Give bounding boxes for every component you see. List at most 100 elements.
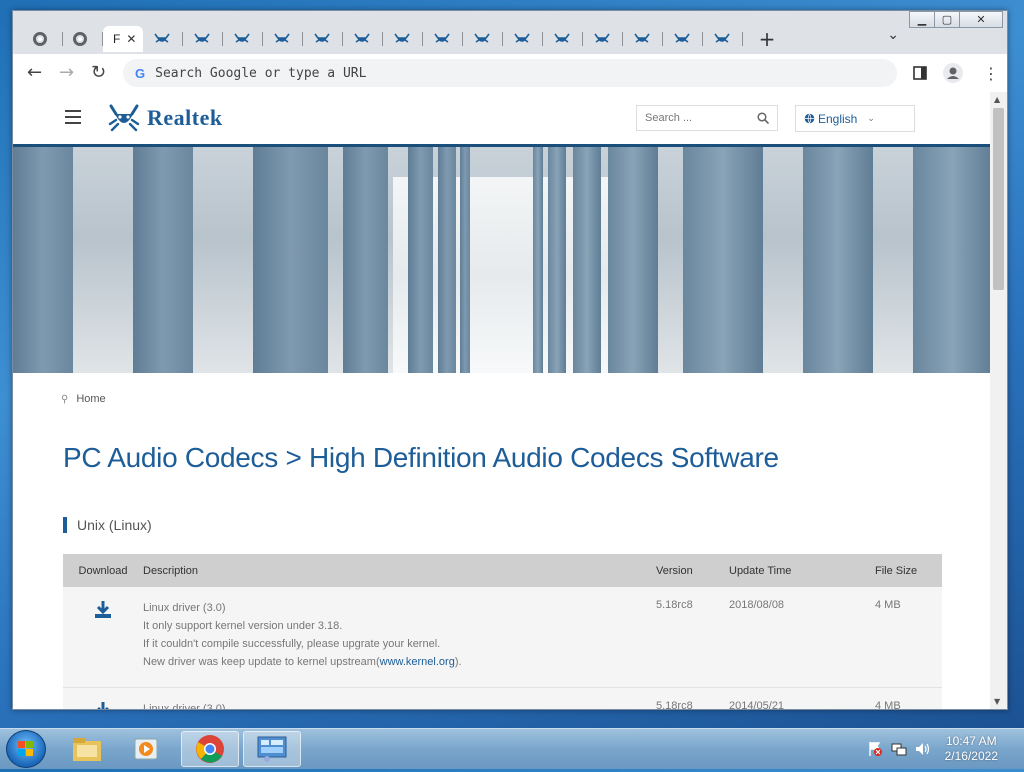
close-tab-icon[interactable]: ✕ <box>126 32 136 46</box>
clock-date: 2/16/2022 <box>944 749 998 763</box>
tab[interactable] <box>463 26 503 52</box>
profile-avatar-icon[interactable] <box>943 63 963 83</box>
tab[interactable] <box>543 26 583 52</box>
realtek-crab-logo-icon <box>108 104 140 132</box>
description-title: Linux driver (3.0) <box>143 703 226 709</box>
tab-list: F ✕ + <box>23 26 779 52</box>
realtek-crab-icon <box>194 33 210 43</box>
media-player-icon <box>134 738 158 760</box>
header-download: Download <box>78 564 128 577</box>
vertical-scrollbar[interactable]: ▲ ▼ <box>990 92 1007 709</box>
site-search-placeholder: Search ... <box>645 112 693 124</box>
back-button[interactable]: ← <box>27 62 42 83</box>
tab[interactable] <box>303 26 343 52</box>
section-heading: Unix (Linux) <box>63 517 152 533</box>
section-accent-bar <box>63 517 67 533</box>
tab[interactable] <box>583 26 623 52</box>
table-row: Linux driver (3.0) 5.18rc8 2014/05/21 4 … <box>63 688 942 709</box>
forward-button[interactable]: → <box>59 62 74 83</box>
tab-search-chevron-icon[interactable]: ⌄ <box>887 27 899 43</box>
browser-toolbar: ← → ↻ G Search Google or type a URL ⋮ <box>13 54 1007 92</box>
system-tray: 10:47 AM 2/16/2022 <box>867 729 1024 769</box>
tab[interactable] <box>623 26 663 52</box>
new-tab-button[interactable]: + <box>755 27 779 51</box>
minimize-button[interactable]: ▁ <box>909 11 935 28</box>
chrome-icon <box>73 32 87 46</box>
window-controls: ▁ ▢ ✕ <box>909 11 1003 28</box>
realtek-crab-icon <box>474 33 490 43</box>
taskbar-control-panel[interactable] <box>243 731 301 767</box>
realtek-crab-icon <box>234 33 250 43</box>
taskbar-chrome[interactable] <box>181 731 239 767</box>
header-update-time: Update Time <box>729 564 792 577</box>
maximize-button[interactable]: ▢ <box>934 11 960 28</box>
description-title: Linux driver (3.0) <box>143 602 226 614</box>
realtek-crab-icon <box>314 33 330 43</box>
action-center-flag-icon[interactable] <box>867 741 883 757</box>
tab[interactable] <box>503 26 543 52</box>
realtek-crab-icon <box>594 33 610 43</box>
scroll-up-icon[interactable]: ▲ <box>994 95 1000 104</box>
download-cell <box>63 587 143 687</box>
site-search-input[interactable]: Search ... <box>636 105 778 131</box>
scrollbar-thumb[interactable] <box>993 108 1004 290</box>
kernel-org-link[interactable]: www.kernel.org <box>380 656 455 668</box>
close-window-button[interactable]: ✕ <box>959 11 1003 28</box>
hamburger-menu-icon[interactable] <box>65 110 81 128</box>
header-version: Version <box>656 564 693 577</box>
breadcrumb: ⚲ Home <box>61 393 106 405</box>
network-icon[interactable] <box>891 741 907 757</box>
realtek-crab-icon <box>394 33 410 43</box>
realtek-logo[interactable]: Realtek <box>107 104 223 132</box>
tab[interactable] <box>703 26 743 52</box>
tab[interactable] <box>423 26 463 52</box>
tab[interactable] <box>183 26 223 52</box>
tab[interactable] <box>383 26 423 52</box>
table-row: Linux driver (3.0) It only support kerne… <box>63 587 942 688</box>
header-file-size: File Size <box>875 564 918 577</box>
tab[interactable] <box>663 26 703 52</box>
tab[interactable] <box>263 26 303 52</box>
page-viewport: Realtek Search ... English ⌄ ⚲ Home PC A… <box>13 92 992 709</box>
section-title: Unix (Linux) <box>77 517 152 533</box>
tab[interactable] <box>143 26 183 52</box>
tab[interactable] <box>63 26 103 52</box>
taskbar-explorer[interactable] <box>58 731 116 767</box>
page-title: PC Audio Codecs > High Definition Audio … <box>63 442 779 473</box>
realtek-crab-icon <box>434 33 450 43</box>
description-text: New driver was keep update to kernel ups… <box>143 656 380 668</box>
download-icon[interactable] <box>93 599 113 619</box>
folder-icon <box>73 738 101 761</box>
reload-button[interactable]: ↻ <box>91 62 106 83</box>
breadcrumb-home-link[interactable]: Home <box>76 393 105 405</box>
description-line: If it couldn't compile successfully, ple… <box>143 638 441 650</box>
tab[interactable] <box>23 26 63 52</box>
clock-time: 10:47 AM <box>945 734 997 748</box>
hero-banner-image <box>13 147 992 373</box>
version-cell: 5.18rc8 <box>656 599 693 611</box>
clock[interactable]: 10:47 AM 2/16/2022 <box>945 734 998 764</box>
scroll-down-icon[interactable]: ▼ <box>994 697 1000 706</box>
language-selector[interactable]: English ⌄ <box>795 105 915 132</box>
control-panel-icon <box>257 736 287 762</box>
start-button[interactable] <box>6 730 46 768</box>
tab-active[interactable]: F ✕ <box>103 26 143 52</box>
download-icon[interactable] <box>93 700 113 709</box>
realtek-crab-icon <box>634 33 650 43</box>
realtek-crab-icon <box>554 33 570 43</box>
version-cell: 5.18rc8 <box>656 700 693 709</box>
search-icon[interactable] <box>757 112 769 124</box>
volume-icon[interactable] <box>915 741 931 757</box>
browser-window: ▁ ▢ ✕ F ✕ + ⌄ ← → ↻ G Search Google or t… <box>12 10 1008 710</box>
tab[interactable] <box>223 26 263 52</box>
tab[interactable] <box>343 26 383 52</box>
google-icon: G <box>135 65 146 81</box>
address-bar[interactable]: G Search Google or type a URL <box>123 59 897 87</box>
realtek-crab-icon <box>274 33 290 43</box>
description-line: New driver was keep update to kernel ups… <box>143 653 656 671</box>
side-panel-icon[interactable] <box>913 66 927 80</box>
taskbar-media-player[interactable] <box>118 731 176 767</box>
update-time-cell: 2014/05/21 <box>729 700 785 709</box>
header-description: Description <box>143 564 199 577</box>
menu-kebab-icon[interactable]: ⋮ <box>983 64 999 83</box>
